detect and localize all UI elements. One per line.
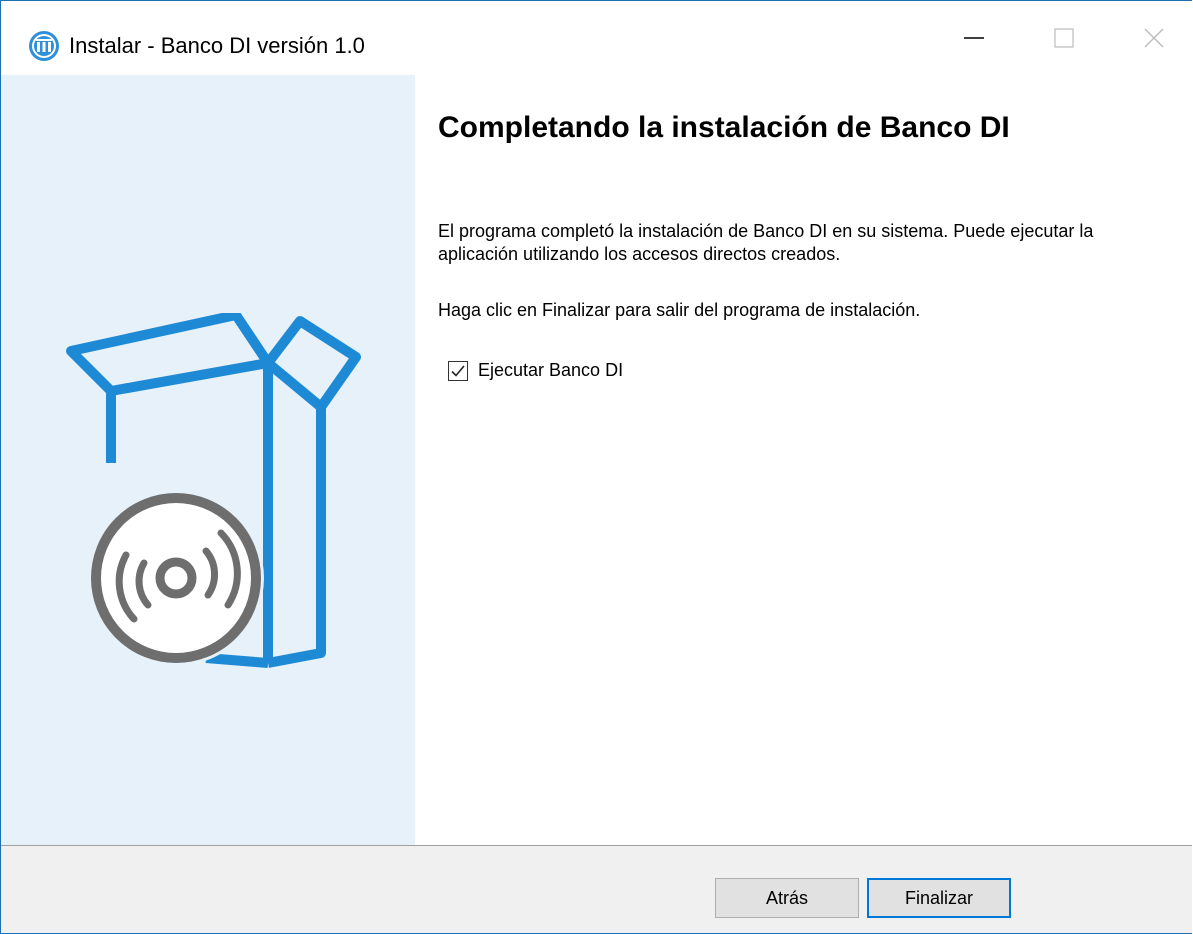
completion-message: El programa completó la instalación de B… xyxy=(438,221,1094,264)
title-bar[interactable]: Instalar - Banco DI versión 1.0 xyxy=(1,1,1192,75)
finish-instruction: Haga clic en Finalizar para salir del pr… xyxy=(438,300,921,320)
finish-button[interactable]: Finalizar xyxy=(867,878,1011,918)
content-panel: Completando la instalación de Banco DI E… xyxy=(415,75,1192,845)
window-title: Instalar - Banco DI versión 1.0 xyxy=(69,33,365,58)
run-app-label: Ejecutar Banco DI xyxy=(478,360,624,380)
minimize-button[interactable] xyxy=(929,1,1019,75)
close-button[interactable] xyxy=(1109,1,1192,75)
checkmark-icon xyxy=(451,364,465,377)
maximize-button[interactable] xyxy=(1019,1,1109,75)
maximize-icon xyxy=(1054,28,1074,48)
button-bar: Atrás Finalizar xyxy=(1,846,1192,933)
run-app-option[interactable]: Ejecutar Banco DI xyxy=(448,360,623,381)
close-icon xyxy=(1144,28,1164,48)
installer-window: Instalar - Banco DI versión 1.0 Completa… xyxy=(0,0,1192,934)
back-button[interactable]: Atrás xyxy=(715,878,859,918)
run-app-checkbox[interactable] xyxy=(448,360,468,381)
bank-columns-icon xyxy=(28,30,60,62)
page-title: Completando la instalación de Banco DI xyxy=(438,111,1010,144)
sidebar-panel xyxy=(1,75,415,845)
minimize-icon xyxy=(964,37,984,39)
open-box-with-disc-icon xyxy=(56,310,376,693)
